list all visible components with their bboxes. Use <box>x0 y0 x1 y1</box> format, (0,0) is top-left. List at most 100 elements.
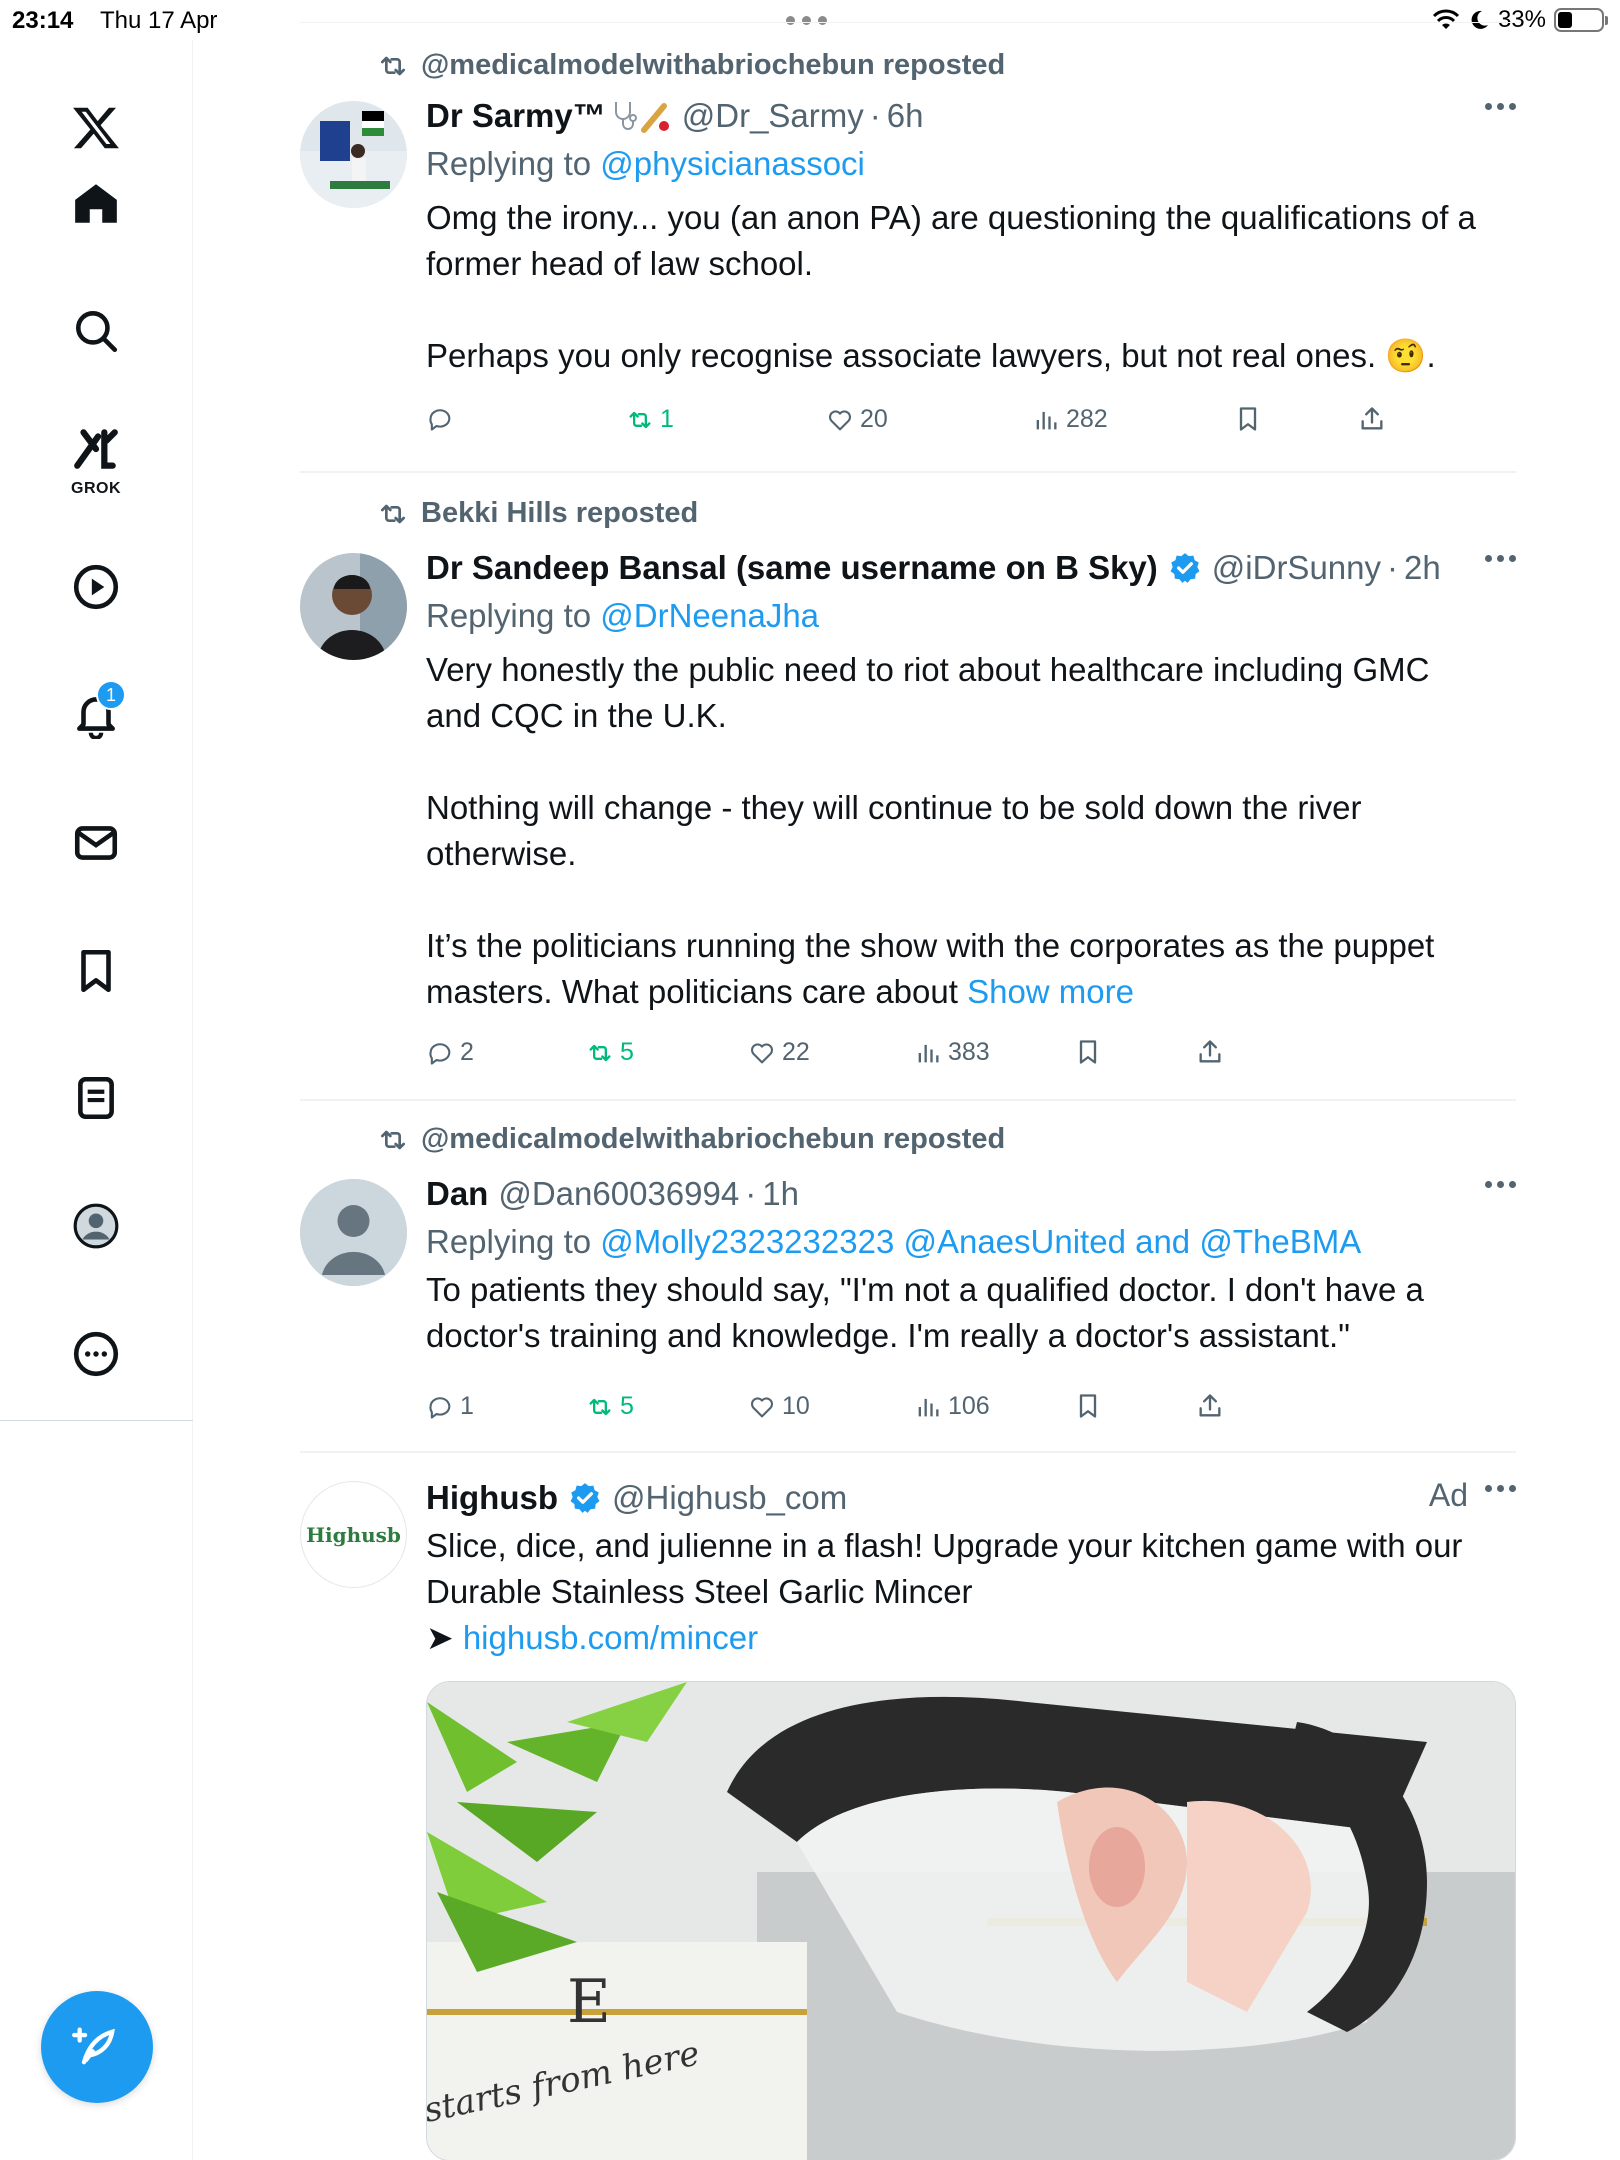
reply-button[interactable]: 2 <box>426 1038 474 1067</box>
views-icon <box>1036 411 1057 429</box>
more-icon[interactable] <box>1485 1485 1516 1492</box>
view-count: 282 <box>1066 405 1108 433</box>
ad-media-video[interactable]: E starts from here <box>426 1681 1516 2160</box>
repost-button[interactable]: 1 <box>626 405 674 434</box>
repost-count: 1 <box>660 405 674 433</box>
more-icon[interactable] <box>1485 1181 1516 1188</box>
like-button[interactable]: 10 <box>748 1392 810 1421</box>
more-icon[interactable] <box>1485 103 1516 110</box>
repost-icon <box>589 1398 611 1415</box>
ad-link[interactable]: highusb.com/mincer <box>463 1619 758 1656</box>
bookmarks-icon[interactable] <box>56 931 136 1011</box>
repost-count: 5 <box>620 1392 634 1420</box>
status-date: Thu 17 Apr <box>100 7 218 34</box>
tweet-body: Dr Sandeep Bansal (same username on B Sk… <box>426 545 1516 1015</box>
heart-icon <box>750 1042 774 1063</box>
garlic-mincer-video-thumbnail: E starts from here <box>427 1682 1515 2160</box>
views-button[interactable]: 282 <box>1032 405 1108 434</box>
replying-to: Replying to @Molly2323232323 @AnaesUnite… <box>426 1217 1516 1267</box>
separator-dot: · <box>1387 549 1399 586</box>
avatar[interactable] <box>300 553 407 660</box>
view-count: 383 <box>948 1038 990 1066</box>
avatar[interactable] <box>300 1179 407 1286</box>
battery-fill <box>1558 12 1572 28</box>
x-logo-icon[interactable] <box>56 88 136 168</box>
tweet-body: Highusb @Highusb_com Ad Slice, dice, and… <box>426 1475 1516 1661</box>
timestamp[interactable]: 1h <box>762 1175 799 1213</box>
handle[interactable]: @Dr_Sarmy <box>682 97 864 135</box>
profile-icon[interactable] <box>56 1186 136 1266</box>
bookmark-icon <box>1239 407 1257 431</box>
views-icon <box>918 1044 939 1062</box>
reply-button[interactable] <box>426 405 460 433</box>
reply-count: 2 <box>460 1038 474 1066</box>
lists-icon[interactable] <box>56 1058 136 1138</box>
tweet-text: To patients they should say, "I'm not a … <box>426 1271 1424 1354</box>
tweet[interactable]: @medicalmodelwithabriochebun reposted Da… <box>300 1101 1516 1453</box>
show-more-link[interactable]: Show more <box>967 973 1134 1010</box>
tweet-actions: 2 5 22 383 <box>426 1038 1426 1078</box>
tweet-header: Highusb @Highusb_com Ad <box>426 1475 1516 1521</box>
replying-label: Replying to <box>426 597 601 634</box>
reply-target-link[interactable]: @Molly2323232323 @AnaesUnited and @TheBM… <box>600 1223 1361 1260</box>
reply-target-link[interactable]: @physicianassoci <box>600 145 865 182</box>
tweet-body: Dan @Dan60036994 · 1h Replying to @Molly… <box>426 1171 1516 1359</box>
ad-label: Ad <box>1428 1477 1468 1513</box>
like-button[interactable]: 20 <box>826 405 888 434</box>
timestamp[interactable]: 6h <box>887 97 924 135</box>
like-button[interactable]: 22 <box>748 1038 810 1067</box>
battery-icon <box>1554 8 1608 32</box>
bookmark-button[interactable] <box>1074 1038 1102 1066</box>
handle[interactable]: @iDrSunny <box>1212 549 1381 587</box>
tweet[interactable]: @medicalmodelwithabriochebun reposted Dr… <box>300 23 1516 473</box>
display-name[interactable]: Highusb <box>426 1479 558 1517</box>
share-button[interactable] <box>1196 1392 1224 1420</box>
bookmark-button[interactable] <box>1234 405 1262 433</box>
separator-dot: · <box>745 1175 757 1212</box>
share-icon <box>1361 407 1383 430</box>
search-icon[interactable] <box>56 291 136 371</box>
like-count: 10 <box>782 1392 810 1420</box>
display-name[interactable]: Dr Sarmy™ <box>426 97 606 135</box>
compose-post-button[interactable] <box>41 1991 153 2103</box>
heart-icon <box>828 409 852 430</box>
home-icon[interactable] <box>56 164 136 244</box>
bookmark-button[interactable] <box>1074 1392 1102 1420</box>
reply-target-link[interactable]: @DrNeenaJha <box>600 597 819 634</box>
repost-icon <box>381 56 405 75</box>
reply-count: 1 <box>460 1392 474 1420</box>
grok-icon[interactable]: GROK <box>56 418 136 498</box>
verified-badge-icon <box>570 1483 600 1513</box>
avatar[interactable] <box>300 101 407 208</box>
views-button[interactable]: 383 <box>914 1038 990 1067</box>
repost-button[interactable]: 5 <box>586 1392 634 1421</box>
share-button[interactable] <box>1358 405 1386 433</box>
share-icon <box>1199 1394 1221 1417</box>
video-icon[interactable] <box>56 547 136 627</box>
tweet[interactable]: Bekki Hills reposted Dr Sandeep Bansal (… <box>300 473 1516 1101</box>
repost-by-text: @medicalmodelwithabriochebun reposted <box>421 1123 1006 1155</box>
avatar[interactable]: Highusb <box>300 1481 407 1588</box>
notifications-icon[interactable]: 1 <box>56 674 136 754</box>
repost-by-text: @medicalmodelwithabriochebun reposted <box>421 49 1006 81</box>
handle[interactable]: @Dan60036994 <box>498 1175 739 1213</box>
heart-icon <box>750 1396 774 1417</box>
ad-tweet[interactable]: Highusb Highusb @Highusb_com Ad Slice, d… <box>300 1453 1516 2160</box>
repost-button[interactable]: 5 <box>586 1038 634 1067</box>
display-name[interactable]: Dr Sandeep Bansal (same username on B Sk… <box>426 549 1158 587</box>
bookmark-icon <box>1079 1040 1097 1064</box>
repost-context: @medicalmodelwithabriochebun reposted <box>377 49 1005 82</box>
repost-icon <box>381 504 405 523</box>
repost-count: 5 <box>620 1038 634 1066</box>
messages-icon[interactable] <box>56 803 136 883</box>
timestamp[interactable]: 2h <box>1404 549 1441 587</box>
ad-link-line: ➤ highusb.com/mincer <box>426 1615 1516 1661</box>
views-button[interactable]: 106 <box>914 1392 990 1421</box>
display-name[interactable]: Dan <box>426 1175 488 1213</box>
reply-button[interactable]: 1 <box>426 1392 474 1421</box>
share-button[interactable] <box>1196 1038 1224 1066</box>
more-options-icon[interactable] <box>56 1314 136 1394</box>
more-icon[interactable] <box>1485 555 1516 562</box>
handle[interactable]: @Highusb_com <box>612 1479 847 1517</box>
view-count: 106 <box>948 1392 990 1420</box>
